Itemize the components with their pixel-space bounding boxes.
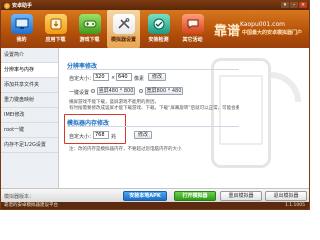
monitor-icon: [10, 14, 33, 34]
toolbar-item-my[interactable]: 我的: [5, 10, 38, 48]
settings-panel: 分辨率修改 自定大小： 320 × 640 像素 修改 一键设置 竖屏480 *…: [59, 48, 309, 188]
times-symbol: ×: [111, 75, 116, 81]
app-download-icon: [44, 14, 67, 34]
sidebar-item-resolution-memory[interactable]: 分辨率与内存: [1, 63, 58, 78]
sidebar-item-low-memory[interactable]: 内存不足1/2G设置: [1, 138, 58, 153]
brand-site: Kaopu001.com: [240, 21, 285, 28]
memory-apply-button[interactable]: 修改: [134, 131, 152, 139]
sidebar-item-root[interactable]: root一键: [1, 123, 58, 138]
toolbar-item-game-download[interactable]: 游戏下载: [73, 10, 106, 48]
exit-emulator-button[interactable]: 退出模拟器: [265, 191, 307, 201]
resolution-height-input[interactable]: 640: [116, 73, 132, 81]
brand-logo: 靠谱 Kaopu001.com 中国最大的安卓模拟器门户: [214, 20, 302, 39]
sidebar-item-intro[interactable]: 设置简介: [1, 48, 58, 63]
toolbar-item-install-check[interactable]: 安装检测: [142, 10, 175, 48]
memory-size-input[interactable]: 768: [93, 131, 109, 139]
status-text: 靠谱的安卓模拟器建设平台: [4, 203, 58, 208]
divider: [67, 69, 239, 70]
menu-icon[interactable]: ▾: [281, 2, 289, 8]
tools-icon: [112, 14, 135, 34]
resolution-unit: 像素: [134, 76, 145, 82]
emulator-version-label: 模拟器版本：: [4, 194, 35, 200]
title-bar: 安卓助手 ▾ – ×: [1, 1, 309, 10]
toolbar-item-app-download[interactable]: 应用下载: [39, 10, 72, 48]
open-emulator-button[interactable]: 打开模拟器: [174, 191, 216, 201]
main-toolbar: 我的 应用下载 游戏下载 模拟器设置 安装检测 其它活动 靠谱 Kaopu001…: [1, 10, 309, 48]
brand-slogan: 中国最大的安卓模拟器门户: [242, 30, 303, 36]
install-apk-button[interactable]: 安装本地APK: [123, 191, 167, 201]
preset-portrait-button[interactable]: 竖屏480 * 800: [97, 87, 135, 95]
bottom-bar: 模拟器版本： 安装本地APK 打开模拟器 重启模拟器 退出模拟器: [1, 188, 309, 202]
sidebar-item-shared-folder[interactable]: 添加共享文件夹: [1, 78, 58, 93]
toolbar-item-emulator-settings[interactable]: 模拟器设置: [107, 10, 140, 48]
app-window: 安卓助手 ▾ – × 我的 应用下载 游戏下载 模拟器设置 安装检测 其它活动 …: [0, 0, 310, 210]
minimize-icon[interactable]: –: [290, 2, 298, 8]
memory-note: 注：改的内存是模拟器内存，不要超过您电脑内存的大小: [69, 147, 182, 152]
status-bar: 靠谱的安卓模拟器建设平台 1.1.1005: [1, 202, 309, 209]
app-logo-icon: [4, 2, 10, 9]
resolution-apply-button[interactable]: 修改: [148, 73, 166, 81]
version-text: 1.1.1005: [284, 203, 305, 208]
brand-big-text: 靠谱: [214, 24, 241, 39]
toolbar-item-other-activities[interactable]: 其它活动: [176, 10, 209, 48]
sidebar-item-gravity-keymap[interactable]: 重力键盘映射: [1, 93, 58, 108]
resolution-width-input[interactable]: 320: [93, 73, 109, 81]
close-icon[interactable]: ×: [299, 2, 307, 8]
memory-unit: 兆: [111, 134, 117, 140]
resolution-note-2: 有时候需要修改成竖屏才能下载游戏、下载，下载“屏幕旋转”后就可以正常，可能会重启: [69, 106, 239, 111]
game-controller-icon: [78, 14, 101, 34]
restart-emulator-button[interactable]: 重启模拟器: [220, 191, 262, 201]
preset-landscape-button[interactable]: 宽屏800 * 480: [145, 87, 183, 95]
window-title: 安卓助手: [12, 3, 33, 9]
sidebar-item-imei[interactable]: IMEI修改: [1, 108, 58, 123]
onekey-label: 一键设置: [69, 90, 90, 96]
preset-portrait-radio[interactable]: [91, 89, 95, 93]
chat-icon: [181, 14, 204, 34]
check-icon: [147, 14, 170, 34]
preset-landscape-radio[interactable]: [139, 89, 143, 93]
memory-custom-label: 自定大小：: [69, 134, 95, 140]
divider: [67, 126, 239, 127]
settings-sidebar: 设置简介 分辨率与内存 添加共享文件夹 重力键盘映射 IMEI修改 root一键…: [1, 48, 59, 188]
resolution-custom-label: 自定大小：: [69, 76, 95, 82]
window-controls: ▾ – ×: [281, 2, 307, 8]
